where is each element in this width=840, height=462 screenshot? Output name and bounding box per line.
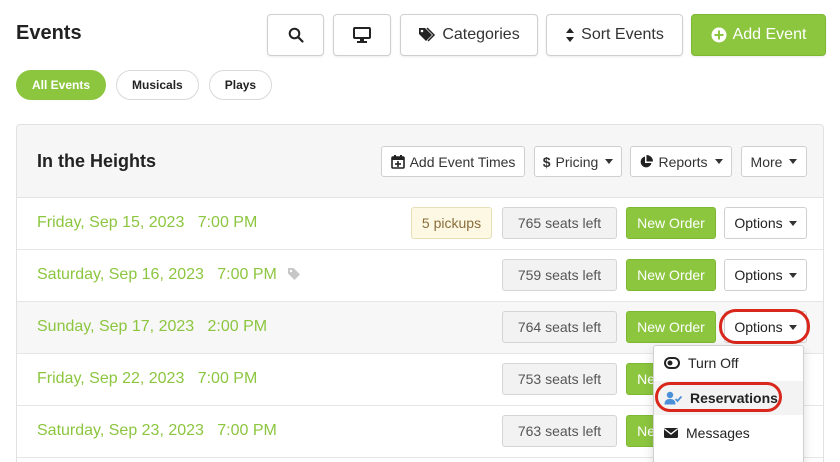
pie-chart-icon	[641, 154, 654, 167]
event-time: 7:00 PM	[217, 266, 277, 283]
event-time-row: Friday, Sep 15, 2023 7:00 PM 5 pickups 7…	[17, 198, 823, 250]
sort-events-label: Sort Events	[581, 26, 664, 43]
event-time: 7:00 PM	[217, 422, 277, 439]
seats-left-badge: 764 seats left	[502, 311, 617, 343]
tags-icon	[419, 27, 436, 42]
event-datetime[interactable]: Saturday, Sep 16, 2023 7:00 PM	[37, 266, 277, 284]
menu-item-turn-off[interactable]: Turn Off	[654, 346, 803, 380]
menu-item-label: Turn Off	[688, 355, 739, 371]
pricing-label: Pricing	[555, 153, 599, 170]
plus-circle-icon	[711, 27, 727, 43]
event-date: Friday, Sep 15, 2023	[37, 214, 185, 231]
event-name: In the Heights	[37, 151, 157, 171]
event-time-row: Saturday, Sep 16, 2023 7:00 PM 759 seats…	[17, 250, 823, 302]
calendar-plus-icon	[390, 154, 405, 169]
options-label: Options	[734, 215, 783, 231]
seats-left-badge: 753 seats left	[502, 363, 617, 395]
pricing-button[interactable]: $ Pricing	[534, 146, 622, 177]
new-order-button[interactable]: New Order	[626, 207, 716, 239]
dollar-icon: $	[542, 153, 551, 170]
event-date: Sunday, Sep 17, 2023	[37, 318, 195, 335]
event-datetime[interactable]: Friday, Sep 22, 2023 7:00 PM	[37, 370, 257, 388]
pickups-badge[interactable]: 5 pickups	[411, 207, 492, 239]
event-datetime[interactable]: Saturday, Sep 23, 2023 7:00 PM	[37, 422, 277, 440]
reports-button[interactable]: Reports	[630, 146, 732, 177]
sort-events-button[interactable]: Sort Events	[546, 14, 683, 56]
event-date: Friday, Sep 22, 2023	[37, 370, 185, 387]
event-datetime[interactable]: Sunday, Sep 17, 2023 2:00 PM	[37, 318, 267, 336]
new-order-button[interactable]: New Order	[626, 311, 716, 343]
menu-item-messages[interactable]: Messages	[654, 416, 803, 450]
options-button[interactable]: Options	[724, 207, 807, 239]
seats-left-badge: 759 seats left	[502, 259, 617, 291]
envelope-icon	[664, 428, 678, 438]
chevron-down-icon	[788, 272, 797, 278]
add-event-button[interactable]: Add Event	[691, 14, 826, 56]
reports-label: Reports	[658, 153, 708, 170]
filter-plays[interactable]: Plays	[208, 70, 273, 100]
categories-button[interactable]: Categories	[400, 14, 538, 56]
chevron-down-icon	[714, 159, 723, 164]
sort-icon	[566, 28, 575, 42]
event-date: Saturday, Sep 23, 2023	[37, 422, 204, 439]
event-time: 7:00 PM	[197, 214, 258, 231]
toggle-icon	[664, 357, 680, 369]
page-title: Events	[16, 22, 82, 44]
categories-label: Categories	[442, 26, 520, 43]
monitor-icon	[353, 27, 371, 43]
seats-left-badge: 765 seats left	[502, 207, 617, 239]
add-event-label: Add Event	[732, 26, 807, 43]
event-filters: All Events Musicals Plays	[16, 70, 273, 100]
chevron-down-icon	[788, 220, 797, 226]
more-button[interactable]: More	[741, 146, 807, 177]
reservations-highlight-ring	[655, 382, 782, 412]
menu-item-label: Messages	[686, 425, 750, 441]
options-button[interactable]: Options	[724, 259, 807, 291]
event-datetime[interactable]: Friday, Sep 15, 2023 7:00 PM	[37, 214, 257, 232]
display-button[interactable]	[333, 14, 391, 56]
more-label: More	[750, 153, 783, 170]
options-label: Options	[734, 267, 783, 283]
tag-icon[interactable]	[287, 267, 301, 281]
add-event-times-button[interactable]: Add Event Times	[381, 146, 525, 177]
chevron-down-icon	[605, 159, 614, 164]
filter-musicals[interactable]: Musicals	[116, 70, 199, 100]
event-date: Saturday, Sep 16, 2023	[37, 266, 204, 283]
filter-all-events[interactable]: All Events	[16, 70, 107, 100]
event-time: 2:00 PM	[207, 318, 268, 335]
event-panel-header: In the Heights Add Event Times $ Pricing	[17, 125, 823, 198]
options-highlight-ring	[719, 309, 810, 344]
search-button[interactable]	[267, 14, 324, 56]
chevron-down-icon	[789, 159, 798, 164]
add-event-times-label: Add Event Times	[409, 153, 516, 170]
seats-left-badge: 763 seats left	[502, 415, 617, 447]
event-time: 7:00 PM	[197, 370, 258, 387]
page-header: Events Categories Sort Events Add Event	[0, 0, 840, 70]
search-icon	[288, 27, 304, 43]
new-order-button[interactable]: New Order	[626, 259, 716, 291]
